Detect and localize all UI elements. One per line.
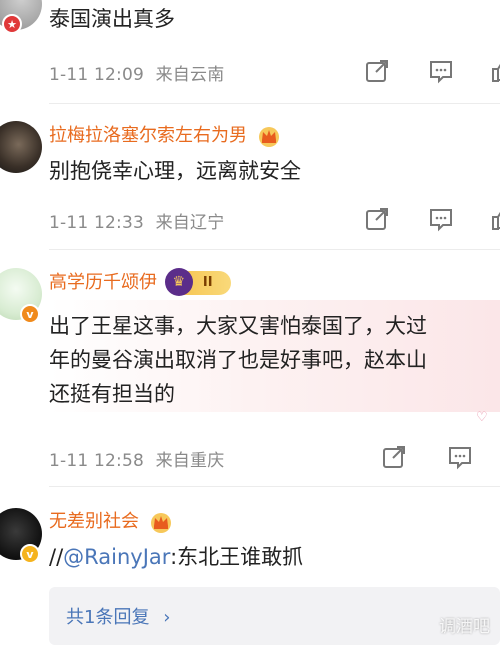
like-icon[interactable]: [490, 206, 500, 232]
divider: [49, 103, 500, 104]
comment-icon[interactable]: [428, 58, 454, 84]
username[interactable]: 高学历千颂伊 ♛ II: [49, 268, 231, 296]
comment-meta: 1-11 12:33 来自辽宁: [49, 208, 224, 233]
username-text[interactable]: 高学历千颂伊: [49, 272, 157, 293]
like-icon[interactable]: [490, 58, 500, 84]
comment-location: 来自辽宁: [155, 213, 225, 233]
verified-badge-icon: v: [20, 544, 40, 564]
username[interactable]: 拉梅拉洛塞尔索左右为男: [49, 121, 281, 147]
comment-time: 1-11 12:58: [49, 451, 144, 471]
comment-meta: 1-11 12:09 来自云南: [49, 60, 224, 85]
avatar[interactable]: v: [0, 268, 42, 324]
comment-location: 来自云南: [155, 65, 225, 85]
username[interactable]: 无差别社会: [49, 507, 173, 533]
divider: [49, 249, 500, 250]
crown-icon: [258, 127, 279, 147]
username-text[interactable]: 拉梅拉洛塞尔索左右为男: [49, 125, 247, 146]
verified-badge-icon: v: [20, 304, 40, 324]
share-icon[interactable]: [364, 206, 390, 232]
avatar[interactable]: v: [0, 508, 42, 564]
share-icon[interactable]: [364, 58, 390, 84]
reply-summary-label: 共1条回复: [66, 607, 150, 628]
reply-summary-button[interactable]: 共1条回复 ›: [49, 587, 500, 645]
username-text[interactable]: 无差别社会: [49, 511, 139, 532]
chevron-right-icon: ›: [163, 607, 171, 628]
mention-link[interactable]: @RainyJar: [63, 545, 170, 569]
comment-meta: 1-11 12:58 来自重庆: [49, 446, 224, 471]
comment-icon[interactable]: [447, 444, 473, 470]
share-icon[interactable]: [381, 444, 407, 470]
avatar[interactable]: [0, 121, 42, 173]
comment-text: 泰国演出真多: [49, 7, 175, 31]
heart-icon: ♡: [476, 410, 488, 425]
comment-text-prefix: //: [49, 545, 64, 569]
divider: [49, 486, 500, 487]
comment-location: 来自重庆: [155, 451, 225, 471]
comment-time: 1-11 12:33: [49, 213, 144, 233]
comment-icon[interactable]: [428, 206, 454, 232]
watermark: 调酒吧: [439, 617, 490, 637]
crown-icon: [150, 513, 171, 533]
comment-text-line: 年的曼谷演出取消了也是好事吧，赵本山: [49, 348, 427, 372]
comment-time: 1-11 12:09: [49, 65, 144, 85]
crown-icon: ♛: [164, 268, 193, 296]
comment-text-line: 还挺有担当的: [49, 382, 175, 406]
comment-text-suffix: :东北王谁敢抓: [170, 545, 304, 569]
avatar[interactable]: ★: [0, 0, 42, 34]
reply-summary[interactable]: 共1条回复 ›: [66, 603, 170, 629]
comment-text: 别抱侥幸心理，远离就安全: [49, 159, 301, 183]
comment-text-line: 出了王星这事，大家又害怕泰国了，大过: [49, 314, 427, 338]
verified-badge-icon: ★: [2, 14, 22, 34]
level-badge: ♛ II: [164, 268, 231, 296]
level-badge-text: II: [202, 275, 213, 290]
comment-text: //@RainyJar:东北王谁敢抓: [49, 542, 303, 572]
